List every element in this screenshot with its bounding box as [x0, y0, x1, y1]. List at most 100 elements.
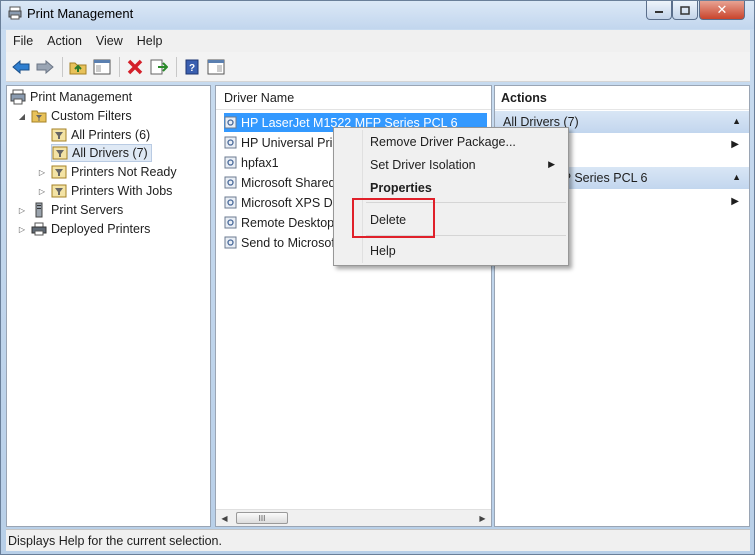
- expand-icon[interactable]: ◢: [17, 112, 27, 121]
- scroll-left-icon[interactable]: ◀: [216, 510, 233, 526]
- menu-item-help[interactable]: Help: [370, 241, 565, 261]
- submenu-arrow-icon: ▶: [731, 196, 739, 207]
- tree-item-label: Printers Not Ready: [71, 165, 177, 179]
- toolbar-separator: [62, 56, 63, 77]
- menu-item-label: Remove Driver Package...: [370, 135, 516, 149]
- up-folder-button[interactable]: [67, 56, 89, 78]
- tree-item-label: All Printers (6): [71, 128, 151, 142]
- console-tree-icon: [93, 59, 111, 74]
- back-button[interactable]: [10, 56, 32, 78]
- driver-icon: [224, 156, 237, 169]
- scroll-thumb[interactable]: III: [236, 512, 288, 524]
- up-folder-icon: [69, 62, 87, 74]
- forward-button[interactable]: [34, 56, 56, 78]
- collapse-caret-icon[interactable]: ▲: [732, 172, 741, 182]
- tree-item-label: All Drivers (7): [72, 146, 148, 160]
- filter-icon: [52, 146, 68, 160]
- delete-x-icon: [127, 59, 143, 74]
- driver-name: Remote Desktop: [241, 215, 335, 230]
- menu-view[interactable]: View: [89, 34, 130, 48]
- menu-item-set-driver-isolation[interactable]: Set Driver Isolation ▶: [370, 155, 565, 175]
- tree-item-all-printers[interactable]: All Printers (6): [51, 126, 150, 144]
- list-item[interactable]: HP Universal Print: [224, 133, 343, 152]
- filter-icon: [51, 128, 67, 142]
- filter-icon: [51, 184, 67, 198]
- delete-highlight-annotation: [352, 198, 435, 238]
- tree-item-all-drivers[interactable]: All Drivers (7): [51, 144, 152, 162]
- maximize-icon: [680, 5, 690, 15]
- tree-item-custom-filters[interactable]: ◢ Custom Filters: [17, 107, 132, 125]
- driver-name: Microsoft Shared: [241, 175, 336, 190]
- console-tree-pane[interactable]: Print Management ◢ Custom Filters All Pr…: [6, 85, 211, 527]
- list-item[interactable]: hpfax1: [224, 153, 279, 172]
- tree-item-deployed-printers[interactable]: ▷ Deployed Printers: [17, 220, 150, 238]
- action-pane-icon: [207, 59, 225, 74]
- menu-item-properties[interactable]: Properties: [370, 178, 565, 198]
- column-header-driver-name[interactable]: Driver Name: [216, 86, 491, 110]
- driver-name: hpfax1: [241, 155, 279, 170]
- expand-icon[interactable]: ▷: [17, 206, 27, 215]
- tree-item-label: Custom Filters: [51, 109, 132, 123]
- title-bar[interactable]: Print Management ✕: [1, 1, 754, 29]
- collapse-caret-icon[interactable]: ▲: [732, 116, 741, 126]
- menu-action[interactable]: Action: [40, 34, 89, 48]
- window-title: Print Management: [27, 6, 134, 21]
- expand-icon[interactable]: ▷: [37, 187, 47, 196]
- maximize-button[interactable]: [672, 1, 698, 20]
- driver-name: Send to Microsoft: [241, 235, 339, 250]
- menu-gutter: [362, 130, 363, 263]
- list-item[interactable]: Send to Microsoft: [224, 233, 338, 252]
- back-arrow-icon: [12, 59, 30, 74]
- submenu-arrow-icon: ▶: [548, 159, 555, 169]
- show-action-pane-button[interactable]: [205, 56, 227, 78]
- folder-filter-icon: [31, 110, 47, 123]
- tree-item-printers-not-ready[interactable]: ▷ Printers Not Ready: [37, 163, 177, 181]
- expand-icon[interactable]: ▷: [17, 225, 27, 234]
- close-icon: ✕: [716, 2, 728, 17]
- export-icon: [150, 59, 168, 74]
- tree-item-label: Print Servers: [51, 203, 124, 217]
- server-icon: [35, 202, 43, 218]
- tree-item-label: Print Management: [30, 90, 133, 104]
- list-item[interactable]: Microsoft Shared: [224, 173, 335, 192]
- list-item[interactable]: Microsoft XPS Do: [224, 193, 340, 212]
- driver-name: HP Universal Print: [241, 135, 343, 150]
- toolbar: ?: [6, 52, 750, 82]
- driver-icon: [224, 236, 237, 249]
- tree-item-label: Deployed Printers: [51, 222, 151, 236]
- print-management-icon: [10, 89, 26, 105]
- help-book-icon: ?: [185, 59, 199, 74]
- svg-text:?: ?: [189, 63, 195, 74]
- filter-icon: [51, 165, 67, 179]
- driver-name: Microsoft XPS Do: [241, 195, 340, 210]
- actions-header: Actions: [495, 86, 749, 110]
- status-bar: Displays Help for the current selection.: [6, 529, 750, 551]
- forward-arrow-icon: [36, 59, 54, 74]
- print-management-icon: [8, 6, 22, 20]
- export-list-button[interactable]: [148, 56, 170, 78]
- menu-item-label: Help: [370, 244, 396, 258]
- scroll-right-icon[interactable]: ▶: [474, 510, 491, 526]
- tree-item-printers-with-jobs[interactable]: ▷ Printers With Jobs: [37, 182, 173, 200]
- toolbar-separator: [119, 56, 120, 77]
- print-management-window: Print Management ✕ File Action View Help: [0, 0, 755, 555]
- menu-item-label: Set Driver Isolation: [370, 158, 476, 172]
- driver-icon: [224, 196, 237, 209]
- driver-icon: [224, 136, 237, 149]
- expand-icon[interactable]: ▷: [37, 168, 47, 177]
- menu-help[interactable]: Help: [130, 34, 170, 48]
- close-button[interactable]: ✕: [699, 1, 745, 20]
- delete-button[interactable]: [124, 56, 146, 78]
- horizontal-scrollbar[interactable]: ◀ III ▶: [216, 509, 491, 526]
- tree-item-label: Printers With Jobs: [71, 184, 173, 198]
- menu-item-remove-driver-package[interactable]: Remove Driver Package...: [370, 132, 565, 152]
- tree-item-print-management[interactable]: Print Management: [10, 88, 132, 106]
- minimize-icon: [655, 11, 663, 13]
- help-button[interactable]: ?: [181, 56, 203, 78]
- minimize-button[interactable]: [646, 1, 672, 20]
- scroll-grip-icon: III: [258, 513, 266, 523]
- show-hide-tree-button[interactable]: [91, 56, 113, 78]
- tree-item-print-servers[interactable]: ▷ Print Servers: [17, 201, 123, 219]
- list-item[interactable]: Remote Desktop: [224, 213, 334, 232]
- menu-file[interactable]: File: [6, 34, 40, 48]
